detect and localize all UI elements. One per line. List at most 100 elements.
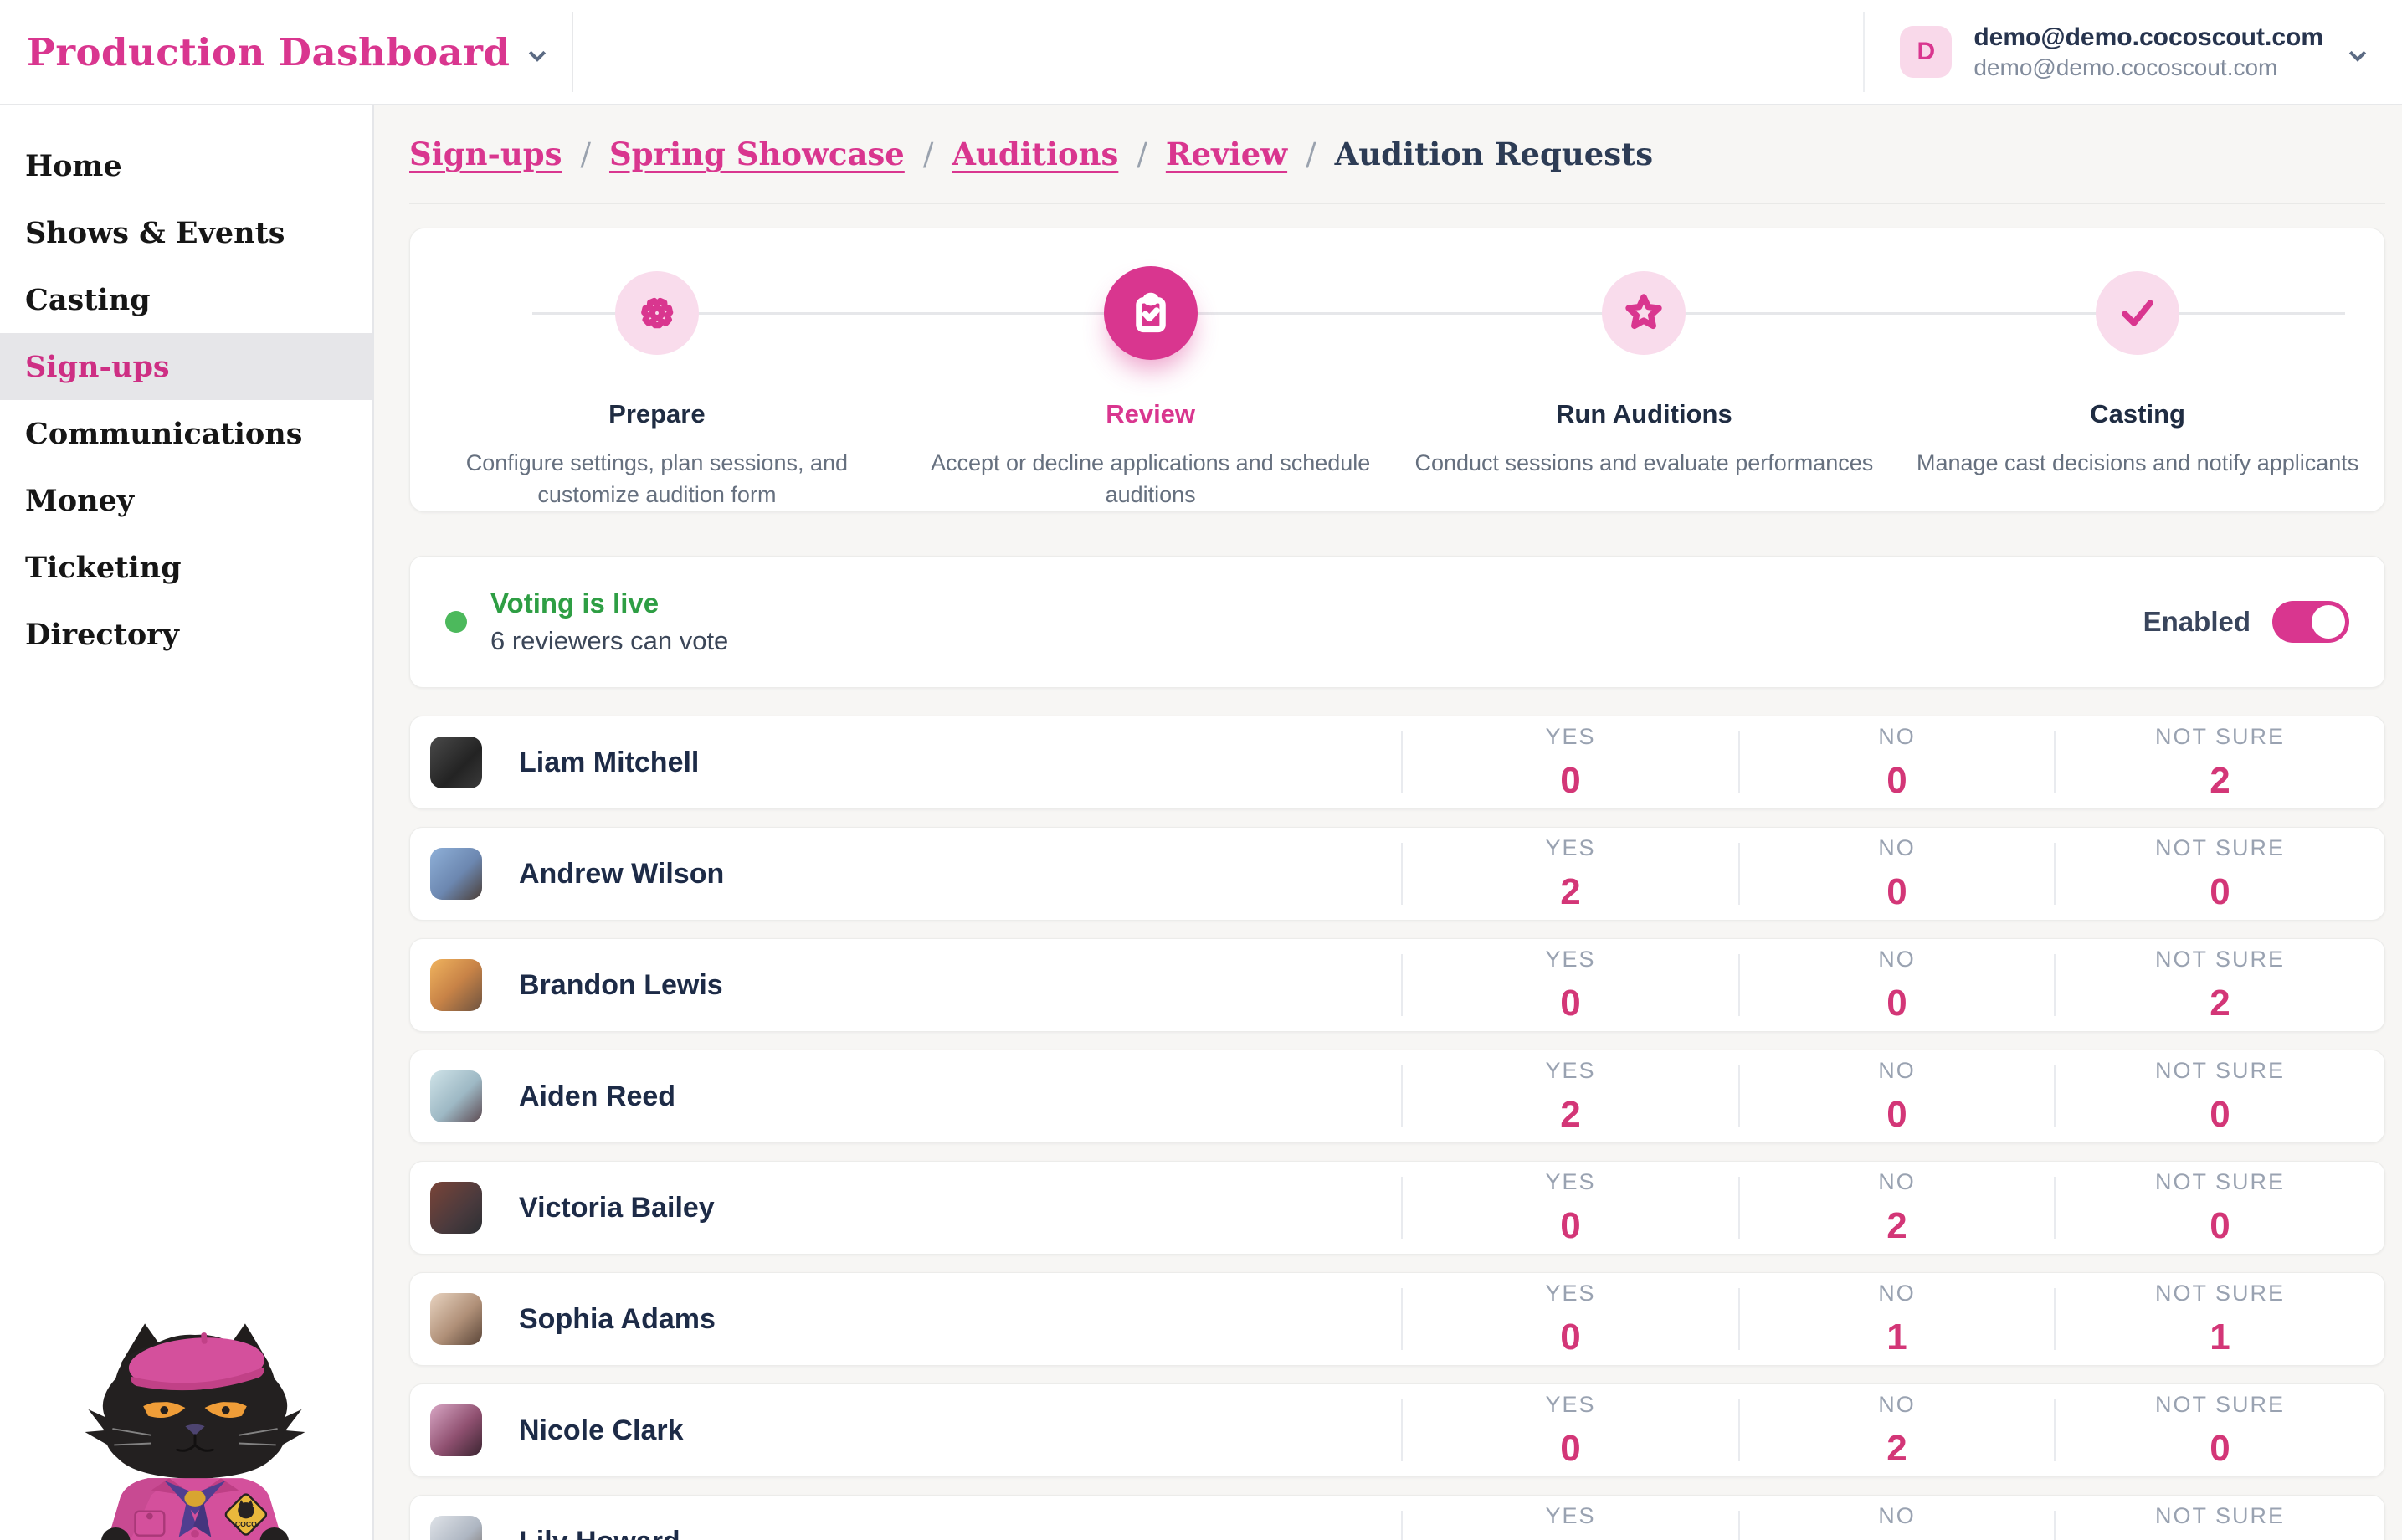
applicant-avatar <box>430 1293 482 1345</box>
voting-toggle-label: Enabled <box>2143 606 2251 638</box>
applicant-row[interactable]: Lily Howard YES0 NO0 NOT SURE0 <box>409 1495 2385 1540</box>
gear-icon <box>635 291 679 335</box>
breadcrumb-separator: / <box>1137 136 1147 172</box>
step-description: Manage cast decisions and notify applica… <box>1917 448 2358 480</box>
not-sure-count: 2 <box>2210 760 2230 802</box>
step-description: Configure settings, plan sessions, and c… <box>418 448 896 511</box>
no-label: NO <box>1878 1058 1916 1084</box>
header-divider <box>572 12 573 92</box>
app-title: Production Dashboard <box>27 30 510 74</box>
sidebar-item-casting[interactable]: Casting <box>0 266 372 333</box>
applicant-avatar <box>430 737 482 788</box>
yes-label: YES <box>1545 1281 1595 1306</box>
step-prepare: Prepare Configure settings, plan session… <box>410 228 904 511</box>
applicant-name: Andrew Wilson <box>519 858 724 891</box>
step-label: Run Auditions <box>1556 399 1732 429</box>
no-count: 2 <box>1886 1205 1907 1247</box>
chevron-down-icon <box>2345 43 2370 68</box>
applicant-avatar <box>430 848 482 900</box>
no-count: 0 <box>1886 871 1907 913</box>
sidebar-item-home[interactable]: Home <box>0 132 372 199</box>
no-count: 0 <box>1886 983 1907 1024</box>
applicant-row[interactable]: Brandon Lewis YES0 NO0 NOT SURE2 <box>409 938 2385 1032</box>
no-label: NO <box>1878 835 1916 861</box>
yes-label: YES <box>1545 1392 1595 1418</box>
yes-count: 0 <box>1560 1317 1580 1358</box>
applicant-row[interactable]: Nicole Clark YES 0 NO 2 NOT SURE 0 <box>409 1383 2385 1477</box>
main-content: Sign-ups / Spring Showcase / Auditions /… <box>374 105 2402 1540</box>
applicant-name: Sophia Adams <box>519 1303 716 1336</box>
breadcrumb-link-spring-showcase[interactable]: Spring Showcase <box>609 136 905 172</box>
not-sure-label: NOT SURE <box>2155 1058 2285 1084</box>
sidebar-item-ticketing[interactable]: Ticketing <box>0 534 372 601</box>
applicant-row[interactable]: Sophia Adams YES0 NO1 NOT SURE1 <box>409 1272 2385 1366</box>
no-label: NO <box>1878 1392 1916 1418</box>
applicant-avatar <box>430 1070 482 1122</box>
step-review: Review Accept or decline applications an… <box>904 228 1398 511</box>
yes-count: 0 <box>1560 1428 1580 1470</box>
voting-status-banner: Voting is live 6 reviewers can vote Enab… <box>409 556 2385 688</box>
user-menu[interactable]: D demo@demo.cocoscout.com demo@demo.coco… <box>1863 12 2402 92</box>
step-description: Conduct sessions and evaluate performanc… <box>1414 448 1873 480</box>
no-count: 0 <box>1886 760 1907 802</box>
applicant-name: Nicole Clark <box>519 1414 684 1447</box>
no-count: 0 <box>1886 1094 1907 1136</box>
breadcrumb-link-review[interactable]: Review <box>1166 136 1287 172</box>
step-prepare-circle[interactable] <box>615 271 699 355</box>
step-label: Prepare <box>608 399 705 429</box>
yes-label: YES <box>1545 1169 1595 1195</box>
not-sure-count: 1 <box>2210 1317 2230 1358</box>
yes-count: 2 <box>1560 871 1580 913</box>
yes-label: YES <box>1545 724 1595 750</box>
step-review-circle[interactable] <box>1104 266 1198 360</box>
sidebar-item-directory[interactable]: Directory <box>0 601 372 668</box>
clipboard-check-icon <box>1129 291 1173 335</box>
breadcrumb-link-sign-ups[interactable]: Sign-ups <box>409 136 562 172</box>
no-label: NO <box>1878 724 1916 750</box>
yes-count: 2 <box>1560 1094 1580 1136</box>
applicant-row[interactable]: Andrew Wilson YES2 NO0 NOT SURE0 <box>409 827 2385 921</box>
applicant-row[interactable]: Aiden Reed YES2 NO0 NOT SURE0 <box>409 1050 2385 1143</box>
applicant-name: Victoria Bailey <box>519 1192 715 1224</box>
sidebar-item-shows-events[interactable]: Shows & Events <box>0 199 372 266</box>
not-sure-count: 0 <box>2210 1428 2230 1470</box>
breadcrumb-separator: / <box>581 136 591 172</box>
yes-label: YES <box>1545 835 1595 861</box>
sidebar-item-money[interactable]: Money <box>0 467 372 534</box>
not-sure-label: NOT SURE <box>2155 1169 2285 1195</box>
user-name: demo@demo.cocoscout.com <box>1973 22 2323 54</box>
applicant-row[interactable]: Liam Mitchell YES0 NO0 NOT SURE2 <box>409 716 2385 809</box>
no-count: 1 <box>1886 1317 1907 1358</box>
not-sure-count: 0 <box>2210 1205 2230 1247</box>
step-run-auditions: Run Auditions Conduct sessions and evalu… <box>1398 228 1891 511</box>
not-sure-count: 0 <box>2210 1094 2230 1136</box>
page-title: Audition Requests <box>1335 136 1654 172</box>
step-casting-circle[interactable] <box>2096 271 2179 355</box>
live-status-dot <box>445 611 467 633</box>
check-icon <box>2116 291 2159 335</box>
not-sure-label: NOT SURE <box>2155 1392 2285 1418</box>
yes-count: 0 <box>1560 1205 1580 1247</box>
no-count: 2 <box>1886 1428 1907 1470</box>
sidebar-item-communications[interactable]: Communications <box>0 400 372 467</box>
step-casting: Casting Manage cast decisions and notify… <box>1891 228 2384 511</box>
yes-count: 0 <box>1560 760 1580 802</box>
applicant-name: Lily Howard <box>519 1526 680 1540</box>
breadcrumb-link-auditions[interactable]: Auditions <box>952 136 1118 172</box>
not-sure-count: 0 <box>2210 871 2230 913</box>
app-title-menu[interactable]: Production Dashboard <box>0 0 550 104</box>
step-run-auditions-circle[interactable] <box>1602 271 1686 355</box>
applicant-avatar <box>430 959 482 1011</box>
step-label: Casting <box>2090 399 2185 429</box>
voting-toggle[interactable] <box>2272 601 2349 643</box>
no-label: NO <box>1878 947 1916 973</box>
yes-label: YES <box>1545 947 1595 973</box>
applicant-avatar <box>430 1182 482 1234</box>
not-sure-label: NOT SURE <box>2155 947 2285 973</box>
svg-text:COCO: COCO <box>235 1520 257 1528</box>
sidebar-item-sign-ups[interactable]: Sign-ups <box>0 333 372 400</box>
star-icon <box>1622 291 1665 335</box>
applicant-row[interactable]: Victoria Bailey YES0 NO2 NOT SURE0 <box>409 1161 2385 1255</box>
step-label: Review <box>1106 399 1195 429</box>
not-sure-count: 2 <box>2210 983 2230 1024</box>
